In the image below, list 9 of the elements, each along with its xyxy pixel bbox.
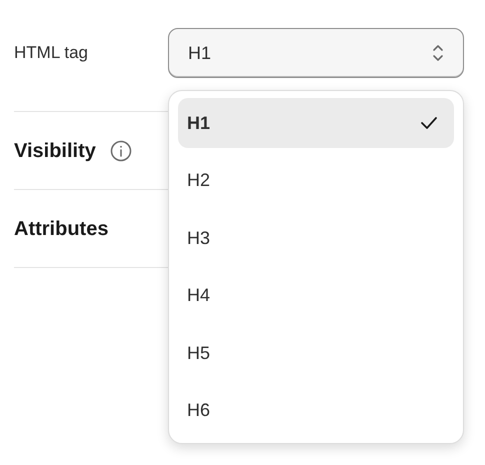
chevron-up-down-icon <box>432 43 444 63</box>
select-value: H1 <box>188 42 212 64</box>
section-title: Visibility <box>14 138 96 164</box>
section-title: Attributes <box>14 216 108 242</box>
select-field[interactable]: H1 <box>168 28 464 78</box>
menu-item[interactable]: H1 <box>178 98 454 148</box>
info-icon[interactable] <box>110 140 132 162</box>
check-icon <box>420 116 438 130</box>
field-label: HTML tag <box>14 42 90 64</box>
